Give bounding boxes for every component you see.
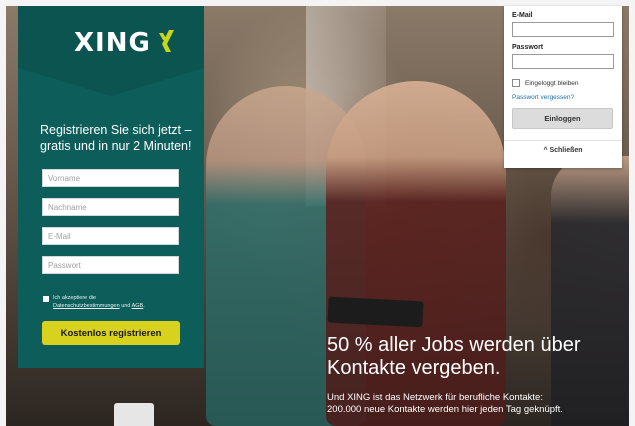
login-password-input[interactable] (512, 54, 614, 69)
login-password-label: Passwort (512, 44, 544, 51)
agb-prefix: Ich akzeptiere die (53, 295, 97, 301)
remember-me[interactable]: Eingeloggt bleiben (512, 79, 579, 87)
photo-man-right (551, 156, 629, 426)
hero-subtext-line2: 200.000 neue Kontakte werden hier jeden … (327, 404, 563, 415)
registration-header-chevron (18, 68, 204, 96)
login-email-input[interactable] (512, 22, 614, 37)
photo-tablet (327, 296, 424, 328)
hero-headline-line1: 50 % aller Jobs werden über (327, 334, 581, 356)
hero-headline-line2: Kontakte vergeben. (327, 357, 501, 379)
login-button[interactable]: Einloggen (512, 108, 613, 129)
first-name-field[interactable] (42, 169, 179, 187)
hero-subtext-line1: Und XING ist das Netzwerk für berufliche… (327, 392, 543, 403)
close-login-button[interactable]: ^ Schließen (504, 147, 622, 154)
logo-text: XING (74, 28, 151, 58)
register-button[interactable]: Kostenlos registrieren (42, 321, 180, 345)
email-field[interactable] (42, 227, 179, 245)
xing-logo[interactable]: XING (74, 28, 174, 58)
login-email-label: E-Mail (512, 12, 533, 19)
login-panel: E-Mail Passwort Eingeloggt bleiben Passw… (504, 6, 622, 168)
terms-link[interactable]: AGB (132, 303, 144, 309)
agb-consent: Ich akzeptiere die Datenschutzbestimmung… (43, 294, 173, 310)
remember-label: Eingeloggt bleiben (525, 79, 579, 87)
agb-and: und (121, 303, 131, 309)
forgot-password-link[interactable]: Passwort vergessen? (512, 94, 574, 101)
hero-subtext: Und XING ist das Netzwerk für berufliche… (327, 392, 617, 416)
privacy-link[interactable]: Datenschutzbestimmungen (53, 303, 120, 309)
hero-headline: 50 % aller Jobs werden über Kontakte ver… (327, 334, 607, 380)
remember-checkbox[interactable] (512, 79, 520, 87)
last-name-field[interactable] (42, 198, 179, 216)
registration-panel: XING Registrieren Sie sich jetzt – grati… (18, 6, 204, 368)
agb-checkbox[interactable] (43, 296, 49, 302)
photo-cup (114, 403, 154, 426)
registration-headline: Registrieren Sie sich jetzt – gratis und… (40, 123, 192, 153)
agb-suffix: . (143, 303, 145, 309)
agb-text: Ich akzeptiere die Datenschutzbestimmung… (53, 294, 173, 310)
password-field[interactable] (42, 256, 179, 274)
xing-mark-icon (157, 29, 177, 57)
login-divider (504, 140, 622, 141)
